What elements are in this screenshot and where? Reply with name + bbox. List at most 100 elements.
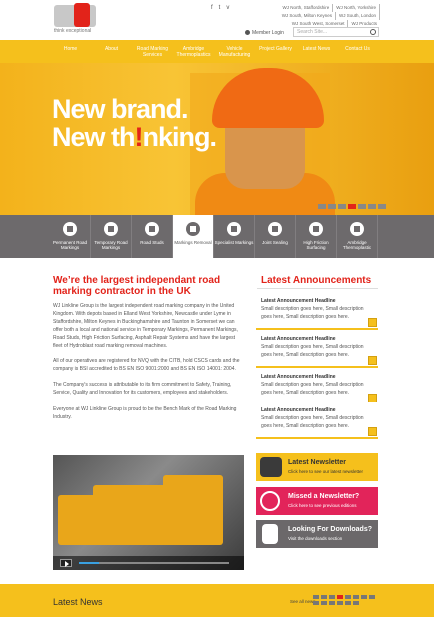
announcement-item[interactable]: Latest Announcement Headline Small descr…	[256, 293, 378, 330]
nav-road-marking-services[interactable]: Road Marking Services	[132, 40, 173, 63]
announcement-desc: Small description goes here, Small descr…	[261, 306, 364, 320]
location-link[interactable]: WJ North, Staffordshire	[280, 4, 334, 12]
nav-vehicle-manufacturing[interactable]: Vehicle Manufacturing	[214, 40, 255, 63]
announcement-item[interactable]: Latest Announcement Headline Small descr…	[256, 331, 378, 368]
announcement-item[interactable]: Latest Announcement Headline Small descr…	[256, 369, 378, 406]
intro-text: WJ Linkline Group is the largest indepen…	[53, 303, 245, 430]
slider-dot[interactable]	[378, 204, 386, 209]
news-dot[interactable]	[353, 601, 359, 605]
arrow-icon[interactable]	[368, 318, 377, 327]
hero-headline: New brand. New th!nking.	[52, 94, 217, 152]
intro-title: We’re the largest independant road marki…	[53, 275, 221, 297]
announcement-headline[interactable]: Latest Announcement Headline	[261, 336, 336, 342]
facebook-icon[interactable]: f	[211, 5, 213, 11]
book-icon	[260, 457, 282, 477]
location-link[interactable]: WJ South, London	[336, 12, 380, 20]
latest-news-bar: Latest News See all news	[0, 584, 434, 617]
search-placeholder: Search Site...	[297, 29, 328, 35]
service-markings-removal[interactable]: Markings Removal	[173, 215, 214, 258]
slider-dot[interactable]	[368, 204, 376, 209]
nav-latest-news[interactable]: Latest News	[296, 40, 337, 63]
main-nav: Home About Road Marking Services Ambridg…	[0, 40, 434, 63]
intro-paragraph: The Company's success is attributable to…	[53, 382, 232, 397]
news-dot[interactable]	[345, 595, 351, 599]
service-ambridge-thermoplastic[interactable]: Ambridge Thermoplastic	[337, 215, 378, 258]
announcement-headline[interactable]: Latest Announcement Headline	[261, 374, 336, 380]
document-icon	[262, 524, 278, 544]
logo-mark	[54, 3, 96, 27]
location-link[interactable]: WJ North, Yorkshire	[333, 4, 380, 12]
location-link[interactable]: WJ South, Milton Keynes	[279, 12, 336, 20]
search-input[interactable]: Search Site...	[293, 27, 379, 37]
road-roller-icon	[63, 222, 77, 236]
news-dot[interactable]	[345, 601, 351, 605]
vimeo-icon[interactable]: v	[226, 5, 229, 11]
service-specialist-markings[interactable]: Specialist Markings	[214, 215, 255, 258]
news-dot[interactable]	[337, 601, 343, 605]
news-dot[interactable]	[329, 601, 335, 605]
announcement-item[interactable]: Latest Announcement Headline Small descr…	[256, 402, 378, 439]
location-links: WJ North, Staffordshire WJ North, Yorksh…	[248, 4, 380, 28]
slider-dot-active[interactable]	[348, 204, 356, 209]
announcements-title: Latest Announcements	[261, 275, 372, 286]
arrow-icon[interactable]	[368, 427, 377, 436]
latest-news-title: Latest News	[53, 597, 103, 607]
nav-ambridge-thermoplastics[interactable]: Ambridge Thermoplastics	[173, 40, 214, 63]
announcement-headline[interactable]: Latest Announcement Headline	[261, 407, 336, 413]
cta-subtitle: Visit the downloads section	[288, 536, 343, 541]
service-high-friction-surfacing[interactable]: High Friction Surfacing	[296, 215, 337, 258]
news-dot-active[interactable]	[337, 595, 343, 599]
truck-icon	[309, 222, 323, 236]
slider-dot[interactable]	[338, 204, 346, 209]
site-header: think exceptional f t v WJ North, Staffo…	[0, 0, 434, 40]
search-icon[interactable]	[370, 29, 376, 35]
missed-newsletter-cta[interactable]: Missed a Newsletter? Click here to see p…	[256, 487, 378, 515]
news-dot[interactable]	[321, 601, 327, 605]
intro-paragraph: All of our operatives are registered for…	[53, 358, 240, 373]
logo[interactable]: think exceptional	[54, 3, 98, 35]
news-dot[interactable]	[321, 595, 327, 599]
slider-dot[interactable]	[328, 204, 336, 209]
page: think exceptional f t v WJ North, Staffo…	[0, 0, 434, 617]
nav-project-gallery[interactable]: Project Gallery	[255, 40, 296, 63]
video-controls	[53, 556, 244, 570]
history-icon	[260, 491, 280, 511]
news-dot[interactable]	[361, 595, 367, 599]
slider-dot[interactable]	[358, 204, 366, 209]
see-all-news-link[interactable]: See all news	[290, 599, 316, 604]
service-joint-sealing[interactable]: Joint Sealing	[255, 215, 296, 258]
service-temporary-road-markings[interactable]: Temporary Road Markings	[91, 215, 132, 258]
newsletter-cta[interactable]: Latest Newsletter Click here to see our …	[256, 453, 378, 481]
news-dot[interactable]	[313, 601, 319, 605]
video-player[interactable]	[53, 455, 244, 570]
member-login[interactable]: Member Login	[245, 30, 284, 36]
nav-about[interactable]: About	[91, 40, 132, 63]
twitter-icon[interactable]: t	[219, 5, 221, 11]
sealer-icon	[268, 222, 282, 236]
user-icon	[245, 30, 250, 36]
machine-icon	[104, 222, 118, 236]
cta-title: Missed a Newsletter?	[288, 493, 360, 500]
play-icon[interactable]	[60, 559, 72, 567]
news-pagination	[313, 595, 378, 605]
stud-icon	[145, 222, 159, 236]
nav-home[interactable]: Home	[50, 40, 91, 63]
news-dot[interactable]	[369, 595, 375, 599]
nav-contact-us[interactable]: Contact Us	[337, 40, 378, 63]
slider-dot[interactable]	[318, 204, 326, 209]
video-truck	[163, 475, 223, 545]
barrel-icon	[350, 222, 364, 236]
news-dot[interactable]	[313, 595, 319, 599]
video-progress-bar[interactable]	[79, 562, 229, 564]
cta-subtitle: Click here to see our latest newsletter	[288, 469, 364, 474]
slider-pagination	[318, 204, 386, 209]
news-dot[interactable]	[353, 595, 359, 599]
logo-tagline: think exceptional	[54, 28, 92, 34]
news-dot[interactable]	[329, 595, 335, 599]
arrow-icon[interactable]	[368, 356, 377, 365]
announcement-desc: Small description goes here, Small descr…	[261, 344, 364, 358]
downloads-cta[interactable]: Looking For Downloads? Visit the downloa…	[256, 520, 378, 548]
service-road-studs[interactable]: Road Studs	[132, 215, 173, 258]
service-permanent-road-markings[interactable]: Permanent Road Markings	[50, 215, 91, 258]
announcement-headline[interactable]: Latest Announcement Headline	[261, 298, 336, 304]
